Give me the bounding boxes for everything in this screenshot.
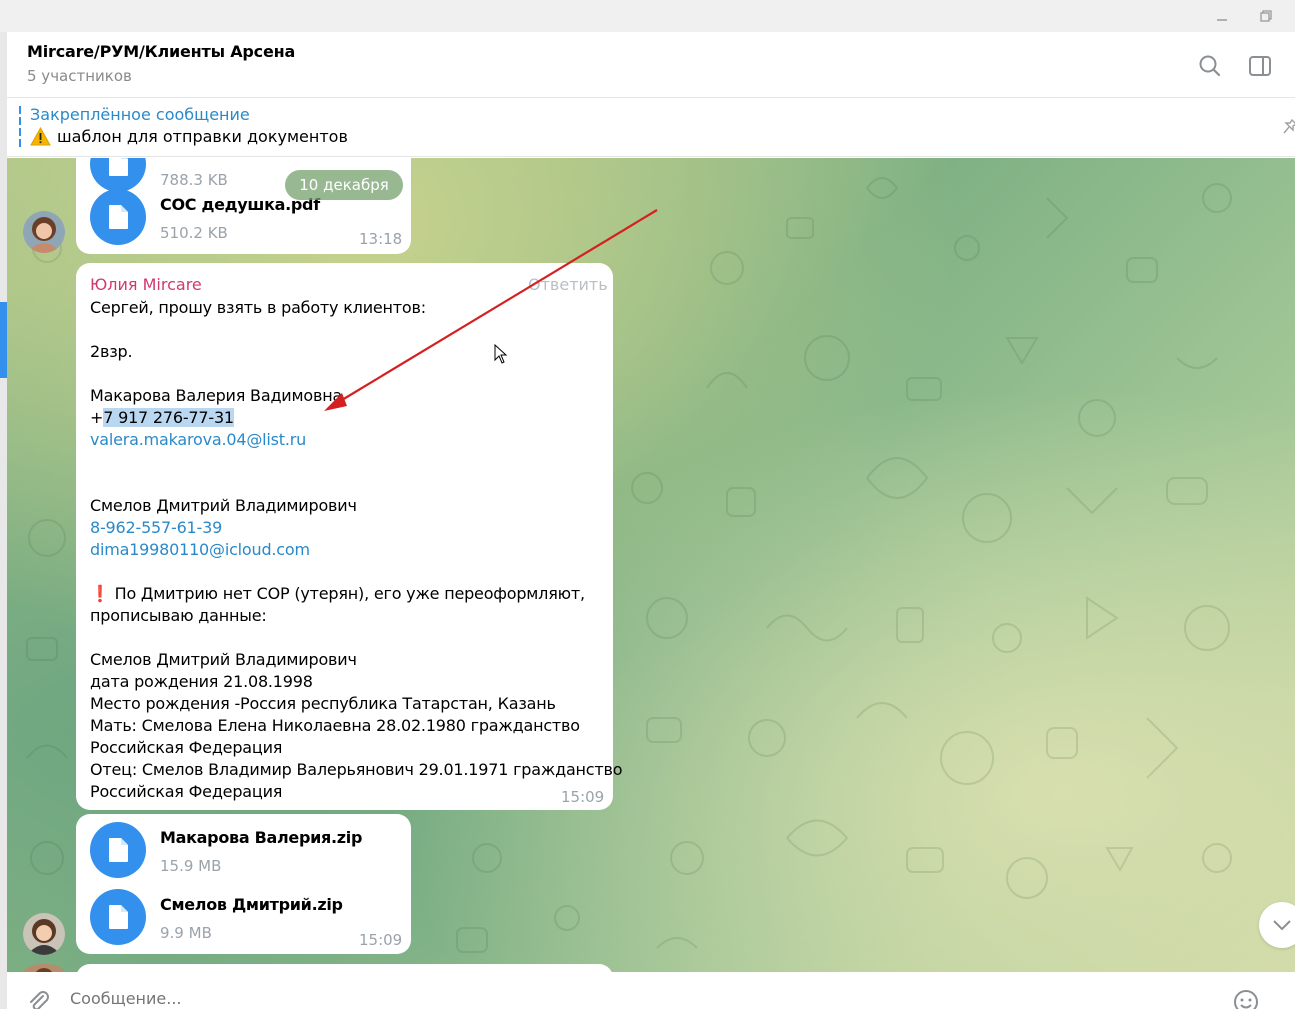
window-titlebar (0, 0, 1295, 32)
chat-header: Mircare/РУМ/Клиенты Арсена 5 участников (7, 32, 1295, 98)
chat-list-edge (0, 32, 7, 1009)
sidebar-toggle-icon[interactable] (1246, 52, 1274, 80)
chat-title[interactable]: Mircare/РУМ/Клиенты Арсена (27, 42, 295, 61)
search-icon[interactable] (1196, 52, 1224, 80)
emoji-icon[interactable] (1232, 988, 1260, 1009)
annotation-arrow (324, 209, 658, 411)
message-input[interactable] (70, 989, 1170, 1008)
paperclip-icon[interactable] (25, 988, 51, 1009)
pinned-message[interactable]: Закреплённое сообщение шаблон для отправ… (7, 98, 1295, 157)
chat-history[interactable]: 788.3 KB СОС дедушка.pdf 510.2 KB 13:18 … (7, 158, 1295, 972)
mouse-cursor-icon (494, 344, 508, 364)
pinned-indicator (19, 106, 21, 148)
pinned-text-row: шаблон для отправки документов (30, 127, 348, 146)
pinned-title: Закреплённое сообщение (30, 105, 250, 124)
warning-icon (30, 127, 51, 146)
minimize-icon[interactable] (1208, 4, 1236, 28)
unpin-icon[interactable] (1282, 118, 1295, 136)
message-composer (7, 972, 1295, 1009)
pinned-text: шаблон для отправки документов (57, 127, 348, 146)
active-chat-indicator (0, 302, 7, 378)
member-count[interactable]: 5 участников (27, 67, 132, 85)
restore-icon[interactable] (1252, 4, 1280, 28)
